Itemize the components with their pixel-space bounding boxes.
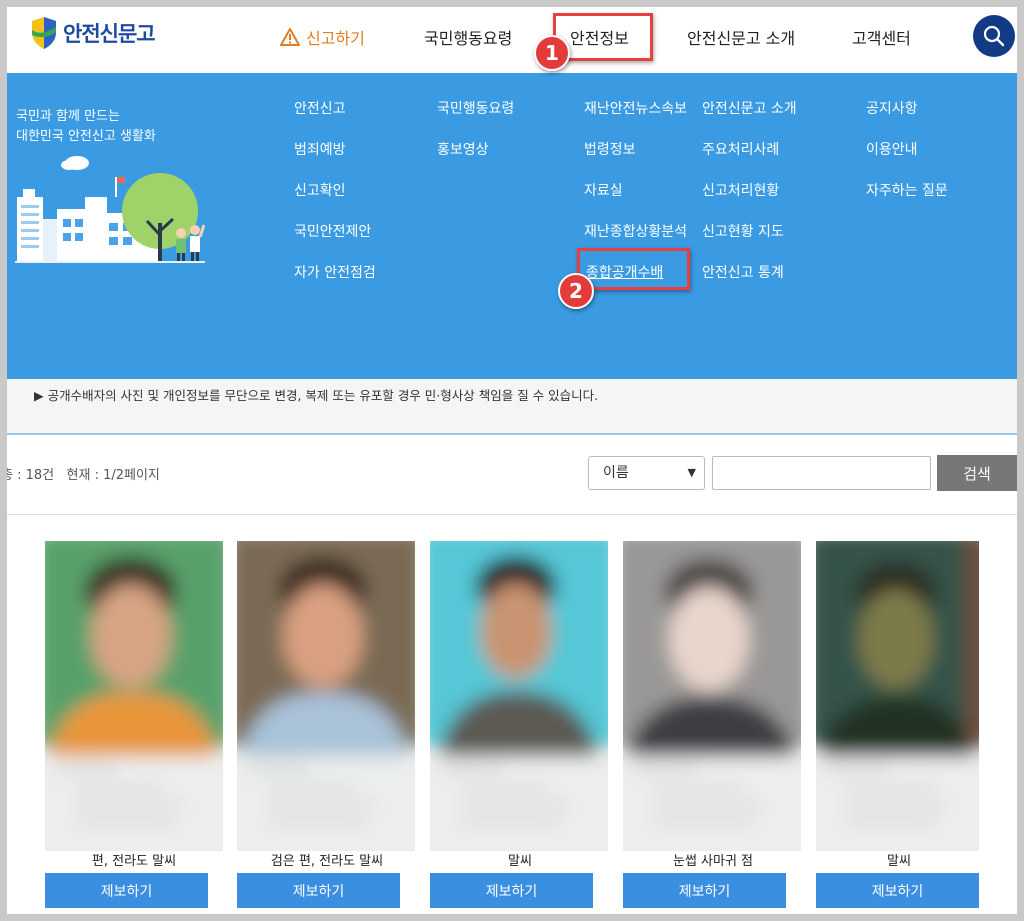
blurred-photo-icon [623, 541, 801, 851]
tip-button[interactable]: 제보하기 [430, 873, 593, 908]
step-badge-2: 2 [558, 273, 594, 309]
wanted-photo[interactable] [623, 541, 801, 851]
menu-report-check[interactable]: 신고확인 [294, 180, 346, 200]
tip-button[interactable]: 제보하기 [45, 873, 208, 908]
site-logo[interactable]: 안전신문고 [29, 15, 156, 51]
menu-user-guide[interactable]: 이용안내 [866, 139, 918, 159]
site-header: 안전신문고 신고하기 국민행동요령 안전정보 안전신문고 소개 고객센터 [7, 7, 1017, 73]
search-field-select[interactable]: 이름 ▼ [588, 456, 705, 490]
menu-notices[interactable]: 공지사항 [866, 98, 918, 118]
menu-disaster-analysis[interactable]: 재난종합상황분석 [584, 221, 687, 241]
slogan-line-2: 대한민국 안전신고 생활화 [16, 129, 156, 144]
notice-bar: ▶ 공개수배자의 사진 및 개인정보를 무단으로 변경, 복제 또는 유포할 경… [7, 379, 1017, 435]
notice-text: ▶ 공개수배자의 사진 및 개인정보를 무단으로 변경, 복제 또는 유포할 경… [34, 388, 599, 403]
nav-customer-center[interactable]: 고객센터 [852, 25, 911, 49]
menu-safety-report[interactable]: 안전신고 [294, 98, 346, 118]
logo-text: 안전신문고 [63, 22, 156, 46]
shield-logo-icon [32, 17, 56, 49]
search-icon [983, 25, 1005, 47]
menu-law-info[interactable]: 법령정보 [584, 139, 636, 159]
total-count: 총 : 18건 [7, 468, 55, 483]
highlight-box-wanted-list [577, 248, 690, 290]
city-illustration-icon [15, 156, 205, 263]
menu-report-stats[interactable]: 안전신고 통계 [702, 262, 784, 282]
menu-disaster-news[interactable]: 재난안전뉴스속보 [584, 98, 687, 118]
card-caption: 편, 전라도 말씨 [91, 854, 177, 869]
warning-icon [280, 28, 300, 46]
page-frame: 안전신문고 신고하기 국민행동요령 안전정보 안전신문고 소개 고객센터 국민과… [7, 7, 1017, 914]
nav-report[interactable]: 신고하기 [280, 25, 365, 49]
tip-button[interactable]: 제보하기 [237, 873, 400, 908]
card-caption: 눈썹 사마귀 점 [672, 854, 754, 869]
menu-crime-prevention[interactable]: 범죄예방 [294, 139, 346, 159]
menu-key-cases[interactable]: 주요처리사례 [702, 139, 779, 159]
menu-promo-video[interactable]: 홍보영상 [437, 139, 489, 159]
menu-report-status[interactable]: 신고처리현황 [702, 180, 779, 200]
blurred-photo-icon [816, 541, 979, 851]
search-field-value: 이름 [603, 465, 629, 481]
menu-resources[interactable]: 자료실 [584, 180, 623, 200]
blurred-photo-icon [237, 541, 415, 851]
blurred-photo-icon [45, 541, 223, 851]
result-count: 총 : 18건 현재 : 1/2페이지 [7, 464, 160, 483]
nav-report-label: 신고하기 [306, 29, 365, 48]
page-indicator: 현재 : 1/2페이지 [66, 468, 160, 483]
menu-safety-proposal[interactable]: 국민안전제안 [294, 221, 371, 241]
chevron-down-icon: ▼ [687, 466, 696, 479]
menu-about[interactable]: 안전신문고 소개 [702, 98, 797, 118]
tip-button[interactable]: 제보하기 [623, 873, 786, 908]
menu-self-check[interactable]: 자가 안전점검 [294, 262, 376, 282]
card-caption: 검은 편, 전라도 말씨 [270, 854, 384, 869]
card-caption: 말씨 [508, 854, 532, 869]
header-search-button[interactable] [973, 15, 1015, 57]
tip-button[interactable]: 제보하기 [816, 873, 979, 908]
nav-about[interactable]: 안전신문고 소개 [687, 25, 795, 49]
wanted-photo[interactable] [816, 541, 979, 851]
wanted-photo[interactable] [430, 541, 608, 851]
menu-report-map[interactable]: 신고현황 지도 [702, 221, 784, 241]
search-input[interactable] [712, 456, 931, 490]
nav-action-guide[interactable]: 국민행동요령 [424, 25, 512, 49]
step-badge-1: 1 [534, 35, 570, 71]
slogan: 국민과 함께 만드는 대한민국 안전신고 생활화 [16, 107, 156, 147]
menu-action-guide[interactable]: 국민행동요령 [437, 98, 514, 118]
slogan-line-1: 국민과 함께 만드는 [16, 109, 120, 124]
mega-menu: 국민과 함께 만드는 대한민국 안전신고 생활화 안전신고 범죄예방 신고확인 … [7, 73, 1017, 379]
menu-faq[interactable]: 자주하는 질문 [866, 180, 948, 200]
blurred-photo-icon [430, 541, 608, 851]
wanted-photo[interactable] [237, 541, 415, 851]
divider [7, 514, 1017, 515]
card-caption: 말씨 [887, 854, 911, 869]
search-button[interactable]: 검색 [937, 455, 1017, 491]
wanted-photo[interactable] [45, 541, 223, 851]
